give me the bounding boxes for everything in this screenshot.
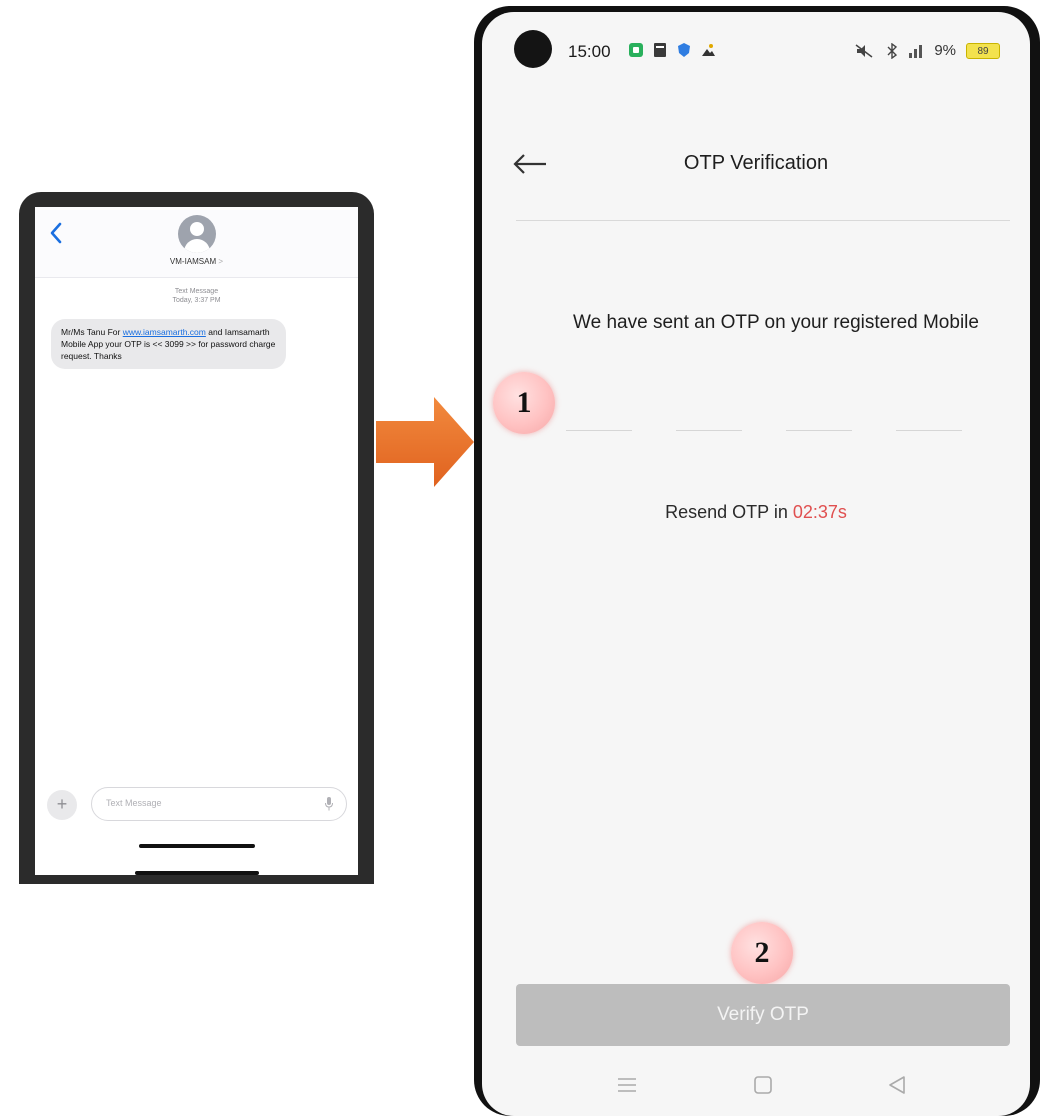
photo-notification-icon	[702, 44, 715, 56]
mute-icon	[855, 43, 873, 58]
home-indicator[interactable]	[139, 844, 255, 848]
message-bubble: Mr/Ms Tanu For www.iamsamarth.com and Ia…	[51, 319, 286, 369]
page-title: OTP Verification	[683, 152, 829, 174]
message-link[interactable]: www.iamsamarth.com	[123, 327, 206, 337]
contact-name[interactable]: VM-IAMSAM >	[35, 257, 358, 266]
battery-icon: 89	[966, 42, 1000, 59]
status-indicators: 9% 89	[854, 42, 1000, 59]
otp-digit-2-input[interactable]	[676, 372, 742, 431]
file-notification-icon	[654, 43, 666, 57]
microphone-icon[interactable]	[324, 796, 334, 812]
contact-avatar-icon[interactable]	[178, 215, 216, 253]
shield-notification-icon	[678, 43, 690, 57]
otp-digit-3-input[interactable]	[786, 372, 852, 431]
status-time: 15:00	[568, 42, 611, 61]
message-timestamp: Today, 3:37 PM	[172, 297, 221, 304]
text-message-placeholder: Text Message	[106, 798, 162, 808]
back-chevron-icon[interactable]	[47, 221, 65, 245]
menu-icon[interactable]	[612, 1070, 642, 1100]
home-indicator-secondary	[135, 871, 259, 875]
resend-otp-label: Resend OTP in	[665, 502, 793, 522]
battery-percent: 9%	[934, 42, 956, 59]
chevron-right-icon: >	[218, 257, 224, 266]
message-meta: Text Message Today, 3:37 PM	[35, 287, 358, 305]
otp-screen: 15:00 9% 89 OTP Verification We have sen…	[482, 12, 1030, 1116]
right-arrow-icon	[376, 397, 474, 487]
sms-screen: VM-IAMSAM > Text Message Today, 3:37 PM …	[35, 207, 358, 875]
app-notification-icon	[629, 43, 643, 57]
message-type: Text Message	[174, 288, 219, 295]
callout-badge-2: 2	[731, 922, 793, 984]
otp-digit-1-input[interactable]	[566, 372, 632, 431]
sms-header: VM-IAMSAM >	[35, 207, 358, 278]
text-message-input[interactable]: Text Message	[91, 787, 347, 821]
otp-input-row	[566, 372, 966, 431]
otp-digit-4-input[interactable]	[896, 372, 962, 431]
back-triangle-icon[interactable]	[882, 1070, 912, 1100]
bluetooth-icon	[887, 42, 898, 59]
callout-badge-1: 1	[493, 372, 555, 434]
otp-sent-message: We have sent an OTP on your registered M…	[573, 312, 979, 333]
contact-name-text: VM-IAMSAM	[169, 257, 217, 266]
resend-otp-text: Resend OTP in 02:37s	[482, 502, 1030, 523]
home-square-icon[interactable]	[748, 1070, 778, 1100]
header-divider	[516, 220, 1010, 221]
sms-input-bar: + Text Message	[47, 787, 347, 823]
resend-otp-timer: 02:37s	[792, 502, 847, 522]
add-attachment-button[interactable]: +	[47, 790, 77, 820]
sms-phone-frame: VM-IAMSAM > Text Message Today, 3:37 PM …	[19, 192, 374, 884]
verify-otp-button[interactable]: Verify OTP	[516, 984, 1010, 1046]
front-camera-icon	[514, 30, 552, 68]
message-text-prefix: Mr/Ms Tanu For	[61, 327, 123, 337]
signal-icon	[909, 44, 923, 58]
otp-phone-frame: 15:00 9% 89 OTP Verification We have sen…	[474, 6, 1040, 1116]
system-nav-bar	[482, 1070, 1030, 1104]
